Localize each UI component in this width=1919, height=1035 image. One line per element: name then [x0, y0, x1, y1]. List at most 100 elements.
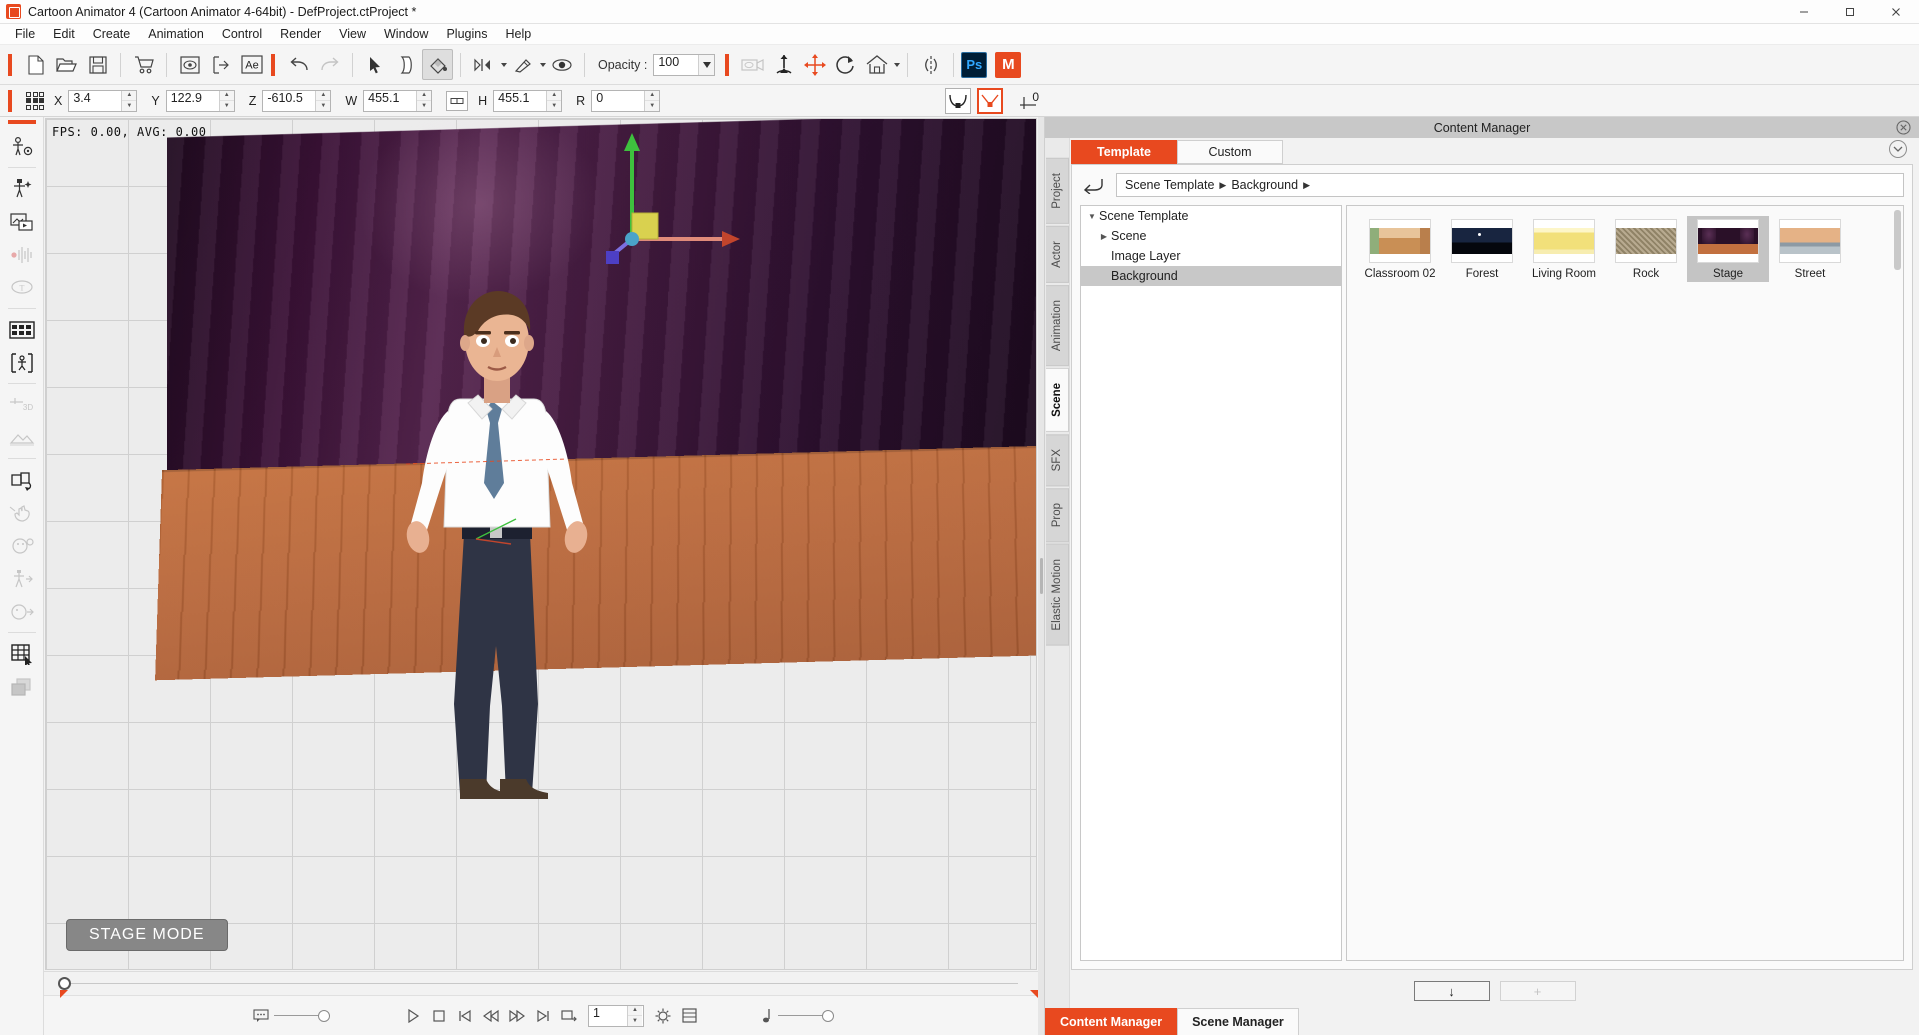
frame-spinner[interactable]: ▲ ▼ — [627, 1006, 642, 1026]
tab-animation[interactable]: Animation — [1046, 285, 1069, 366]
body-puppet-icon[interactable] — [5, 563, 39, 594]
input-x[interactable]: 3.4 ▲ ▼ — [68, 90, 137, 112]
align-grid-icon[interactable] — [26, 92, 44, 110]
input-w[interactable]: 455.1 ▲ ▼ — [363, 90, 432, 112]
tab-template[interactable]: Template — [1071, 140, 1177, 164]
spinner-h[interactable]: ▲ ▼ — [546, 91, 561, 111]
current-frame-input[interactable]: 1 ▲ ▼ — [588, 1005, 644, 1027]
pivot-custom-icon[interactable] — [977, 88, 1003, 114]
home-view-icon[interactable] — [861, 49, 892, 80]
mirror-icon[interactable] — [915, 49, 946, 80]
add-button[interactable]: + — [1500, 981, 1576, 1001]
eye-visibility-icon[interactable] — [546, 49, 577, 80]
breadcrumb[interactable]: Scene Template ▶ Background ▶ — [1116, 173, 1904, 197]
bubble-slider-knob[interactable] — [318, 1010, 330, 1022]
redo-icon[interactable] — [314, 49, 345, 80]
thumbnail-image-forest[interactable] — [1451, 219, 1513, 263]
menu-plugins[interactable]: Plugins — [437, 25, 496, 44]
terrain-icon[interactable] — [5, 422, 39, 453]
hand-gesture-icon[interactable] — [5, 497, 39, 528]
thumbnail-item[interactable]: Rock — [1605, 216, 1687, 282]
menu-edit[interactable]: Edit — [44, 25, 84, 44]
input-h[interactable]: 455.1 ▲ ▼ — [493, 90, 562, 112]
current-frame-value[interactable]: 1 — [589, 1006, 627, 1026]
preview-icon[interactable] — [174, 49, 205, 80]
close-button[interactable] — [1873, 0, 1919, 24]
tab-scene[interactable]: Scene — [1046, 368, 1069, 432]
loop-icon[interactable] — [556, 1003, 582, 1029]
minimize-button[interactable] — [1781, 0, 1827, 24]
menu-file[interactable]: File — [6, 25, 44, 44]
select-tool-icon[interactable] — [360, 49, 391, 80]
value-z[interactable]: -610.5 — [263, 91, 315, 111]
scrubber-handle[interactable] — [58, 977, 71, 990]
value-y[interactable]: 122.9 — [167, 91, 219, 111]
value-x[interactable]: 3.4 — [69, 91, 121, 111]
first-frame-icon[interactable] — [452, 1003, 478, 1029]
twisty-closed-icon[interactable]: ▶ — [1097, 232, 1111, 241]
tree-node-background[interactable]: Background — [1081, 266, 1341, 286]
marketplace-icon[interactable] — [128, 49, 159, 80]
home-view-caret-icon[interactable] — [894, 63, 900, 67]
thumbnail-image-stage[interactable] — [1697, 219, 1759, 263]
thumbnail-image-classroom[interactable] — [1369, 219, 1431, 263]
save-project-icon[interactable] — [82, 49, 113, 80]
category-tree[interactable]: ▼ Scene Template ▶ Scene Image Layer Bac… — [1080, 205, 1342, 961]
3d-depth-icon[interactable]: 3D — [5, 389, 39, 420]
thumbnail-item[interactable]: Classroom 02 — [1359, 216, 1441, 282]
tab-sfx[interactable]: SFX — [1046, 434, 1069, 486]
menu-view[interactable]: View — [330, 25, 375, 44]
tab-actor[interactable]: Actor — [1046, 226, 1069, 283]
tree-node-scene-template[interactable]: ▼ Scene Template — [1081, 206, 1341, 226]
prev-frame-icon[interactable] — [478, 1003, 504, 1029]
link-ratio-icon[interactable] — [446, 91, 468, 111]
play-icon[interactable] — [400, 1003, 426, 1029]
breadcrumb-current[interactable]: Background — [1231, 178, 1298, 192]
audio-waveform-icon[interactable] — [5, 239, 39, 270]
flip-transform-icon[interactable] — [5, 464, 39, 495]
toolbar-grip-3[interactable] — [725, 54, 729, 76]
new-project-icon[interactable] — [20, 49, 51, 80]
baseline-indicator[interactable]: 0 — [1019, 90, 1039, 112]
opacity-dropdown-icon[interactable] — [698, 55, 714, 75]
volume-slider-knob[interactable] — [822, 1010, 834, 1022]
thumbnail-image-living-room[interactable] — [1533, 219, 1595, 263]
menu-window[interactable]: Window — [375, 25, 437, 44]
face-puppet-icon[interactable] — [5, 530, 39, 561]
range-start-marker[interactable] — [60, 990, 68, 998]
last-frame-icon[interactable] — [530, 1003, 556, 1029]
thumbnail-item[interactable]: Living Room — [1523, 216, 1605, 282]
stop-icon[interactable] — [426, 1003, 452, 1029]
undo-icon[interactable] — [283, 49, 314, 80]
link-tool-icon[interactable] — [507, 49, 538, 80]
thumbnail-image-rock[interactable] — [1615, 219, 1677, 263]
input-r[interactable]: 0 ▲ ▼ — [591, 90, 660, 112]
tab-custom[interactable]: Custom — [1177, 140, 1283, 164]
thumbnail-image-street[interactable] — [1779, 219, 1841, 263]
thumbnail-item-selected[interactable]: Stage — [1687, 216, 1769, 282]
create-actor-icon[interactable] — [5, 173, 39, 204]
spinner-y[interactable]: ▲ ▼ — [219, 91, 234, 111]
pivot-bottom-center-icon[interactable] — [945, 88, 971, 114]
menu-create[interactable]: Create — [84, 25, 140, 44]
bottom-tab-scene-manager[interactable]: Scene Manager — [1177, 1008, 1299, 1035]
sprite-editor-icon[interactable] — [5, 314, 39, 345]
camera-preview-icon[interactable] — [737, 49, 768, 80]
menu-control[interactable]: Control — [213, 25, 271, 44]
next-frame-icon[interactable] — [504, 1003, 530, 1029]
layer-stack-icon[interactable] — [5, 671, 39, 702]
image-layer-icon[interactable] — [5, 206, 39, 237]
head-turn-icon[interactable] — [5, 596, 39, 627]
speech-bubble-icon[interactable] — [248, 1003, 274, 1029]
playback-range-icon[interactable] — [468, 49, 499, 80]
spinner-w[interactable]: ▲ ▼ — [416, 91, 431, 111]
chevron-down-icon[interactable] — [1889, 140, 1907, 158]
range-end-marker[interactable] — [1030, 990, 1038, 998]
export-icon[interactable] — [205, 49, 236, 80]
value-w[interactable]: 455.1 — [364, 91, 416, 111]
thumbnail-grid[interactable]: Classroom 02 Forest Living Room Rock Sta… — [1346, 205, 1904, 961]
thumbnail-item[interactable]: Forest — [1441, 216, 1523, 282]
opacity-value[interactable]: 100 — [654, 55, 698, 75]
value-r[interactable]: 0 — [592, 91, 644, 111]
open-project-icon[interactable] — [51, 49, 82, 80]
